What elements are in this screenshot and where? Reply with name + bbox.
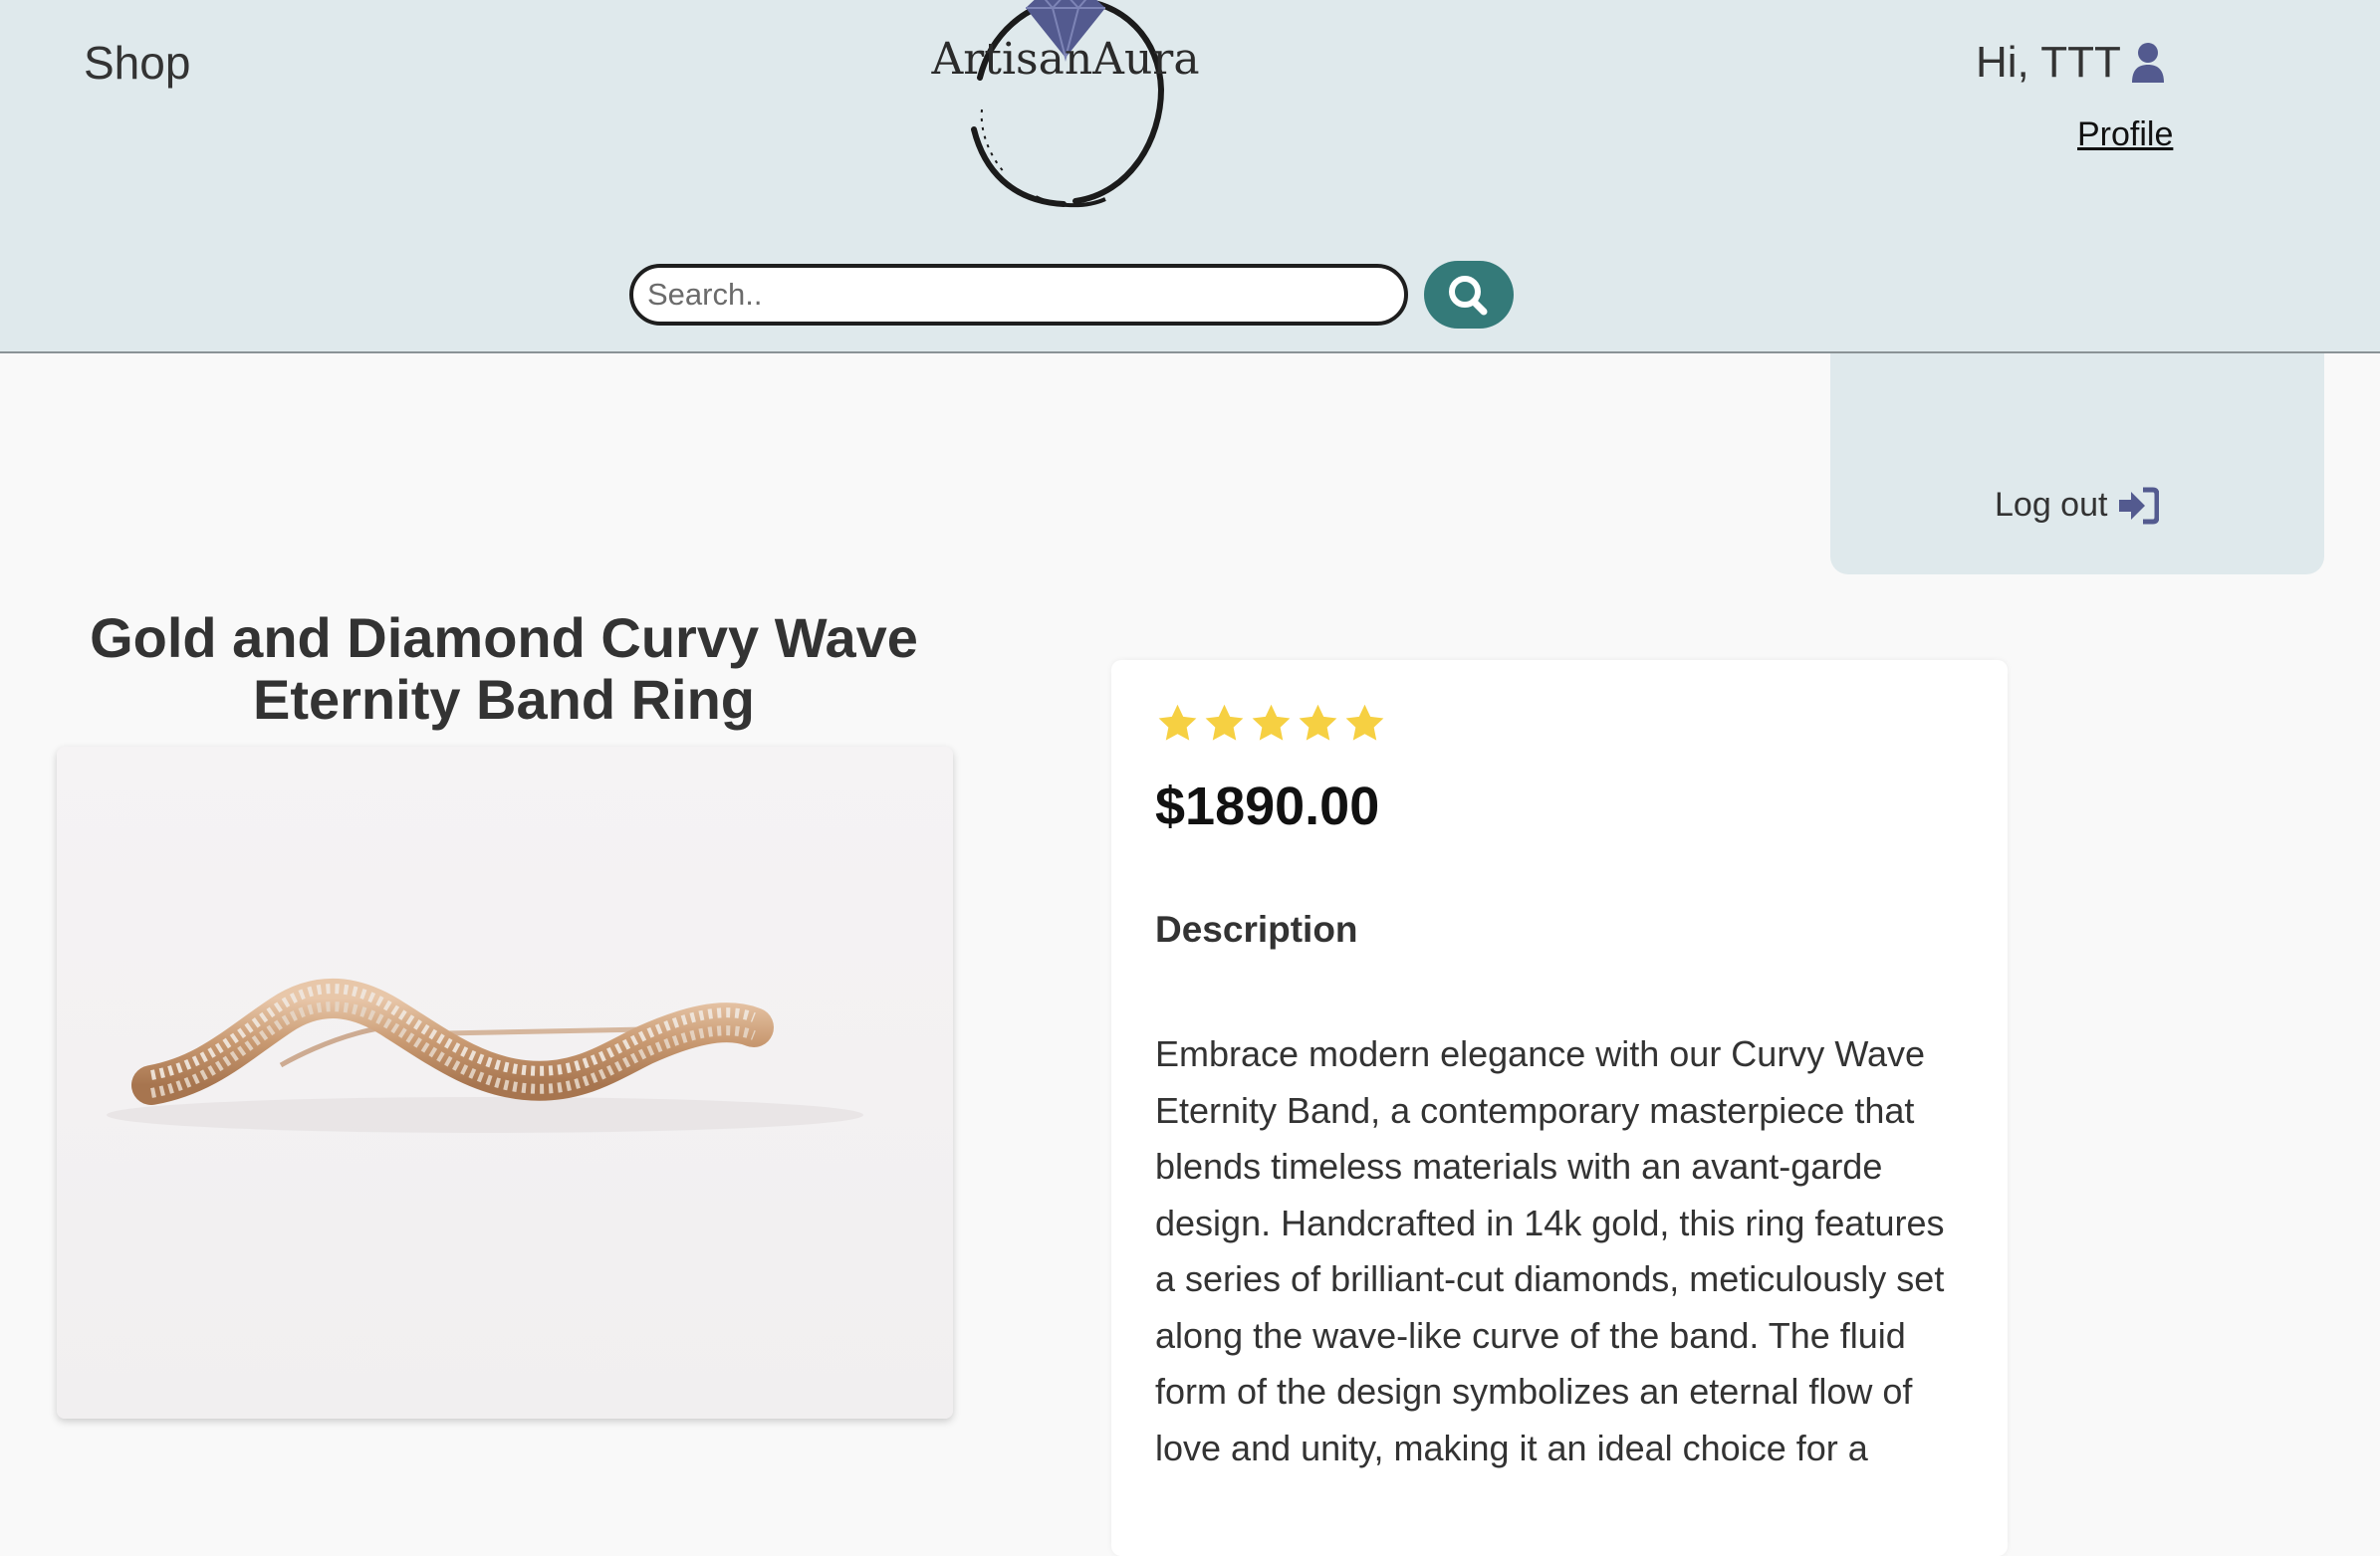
user-greeting[interactable]: Hi, TTT	[1976, 38, 2165, 88]
logo[interactable]: ArtisanAura	[896, 0, 1235, 219]
star-icon	[1205, 704, 1244, 741]
product-price: $1890.00	[1155, 777, 1380, 836]
search-input[interactable]	[629, 264, 1408, 326]
star-icon	[1299, 704, 1337, 741]
description-heading: Description	[1155, 909, 1358, 950]
star-icon	[1158, 704, 1197, 741]
product-image	[57, 747, 953, 1419]
greeting-text: Hi, TTT	[1976, 38, 2121, 87]
star-rating	[1155, 702, 1387, 746]
shop-link[interactable]: Shop	[84, 36, 190, 90]
product-info-card: $1890.00 Description Embrace modern eleg…	[1111, 660, 2008, 1556]
search-button[interactable]	[1424, 261, 1514, 329]
user-icon	[2131, 43, 2164, 83]
star-icon	[1345, 704, 1384, 741]
logout-button[interactable]: Log out	[1995, 486, 2160, 525]
logo-text: ArtisanAura	[931, 34, 1200, 85]
star-icon	[1252, 704, 1291, 741]
product-title: Gold and Diamond Curvy Wave Eternity Ban…	[90, 605, 918, 731]
site-header: Shop ArtisanAura Hi, TTT Profile	[0, 0, 2380, 353]
ring-photo	[57, 747, 953, 1419]
logout-label: Log out	[1995, 486, 2108, 524]
user-dropdown-menu: Log out	[1830, 353, 2324, 574]
profile-link[interactable]: Profile	[2077, 115, 2173, 154]
search-icon	[1449, 276, 1488, 316]
description-text: Embrace modern elegance with our Curvy W…	[1155, 1033, 1945, 1468]
sign-in-arrow-icon	[2119, 487, 2160, 524]
